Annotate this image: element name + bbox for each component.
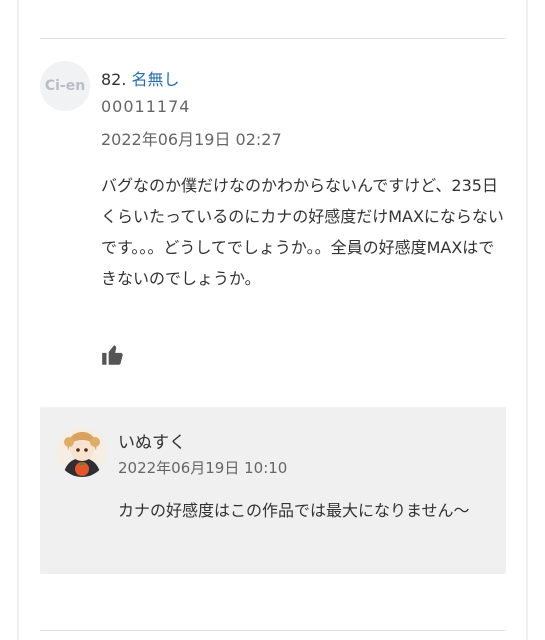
comment-body: バグなのか僕だけなのかわからないんですけど、235日くらいたっているのにカナの好…: [101, 176, 504, 288]
cien-logo-text: Ci-en: [44, 78, 86, 94]
author-avatar-illustration: [57, 427, 107, 477]
reply-body: カナの好感度はこの作品では最大になりません〜: [118, 501, 470, 520]
divider-top: [40, 38, 505, 39]
commenter-avatar[interactable]: Ci-en: [40, 61, 90, 111]
reply-date: 2022年06月19日 10:10: [118, 459, 288, 477]
like-button[interactable]: [100, 342, 126, 368]
comment-date: 2022年06月19日 02:27: [101, 130, 282, 149]
commenter-id: 00011174: [101, 97, 191, 116]
comment-number: 82.: [101, 70, 127, 89]
author-reply: いぬすく 2022年06月19日 10:10 カナの好感度はこの作品では最大にな…: [40, 407, 506, 574]
comment-header: 82. 名無し: [101, 66, 180, 90]
reply-author-name[interactable]: いぬすく: [118, 428, 186, 453]
left-rail: [17, 0, 19, 640]
right-rail: [526, 0, 528, 640]
thumbs-up-icon: [102, 345, 123, 365]
divider-bottom: [40, 630, 505, 631]
reply-author-avatar[interactable]: [57, 427, 107, 477]
commenter-name[interactable]: 名無し: [132, 70, 180, 89]
